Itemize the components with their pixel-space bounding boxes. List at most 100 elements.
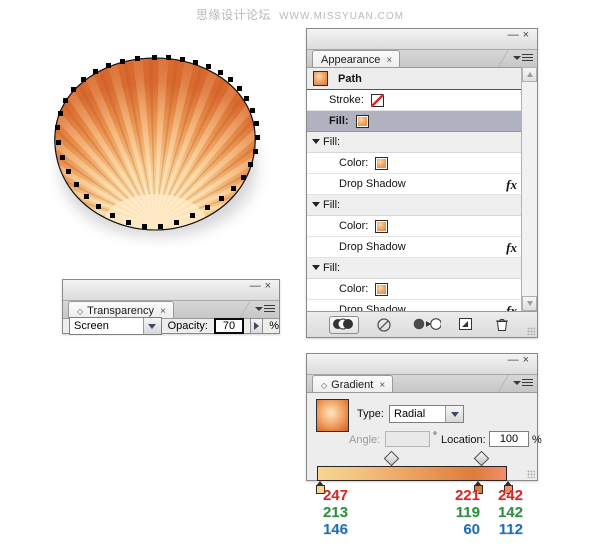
appearance-row-drop-shadow-2[interactable]: Drop Shadow fx — [307, 237, 537, 258]
fill-color-swatch[interactable] — [355, 114, 369, 128]
gradient-type-value: Radial — [394, 408, 426, 420]
reduce-to-basic-appearance-button[interactable] — [413, 317, 442, 333]
blend-mode-select[interactable]: Screen — [69, 317, 162, 335]
angle-input[interactable] — [385, 431, 430, 447]
appearance-row-label: Stroke: — [329, 94, 364, 106]
delete-item-button[interactable] — [495, 317, 515, 333]
minimize-icon[interactable]: — — [508, 29, 523, 41]
new-art-basic-appearance-toggle[interactable] — [329, 315, 359, 334]
panel-menu-triangle-icon — [513, 381, 521, 385]
chevron-down-icon[interactable] — [312, 139, 320, 144]
panel-menu-triangle-icon — [513, 56, 521, 60]
percent-symbol: % — [532, 434, 542, 446]
gradient-panel-menu-icon[interactable] — [513, 377, 533, 391]
tab-close-icon[interactable]: × — [379, 380, 385, 391]
color-swatch[interactable] — [375, 282, 389, 296]
appearance-row-drop-shadow-3[interactable]: Drop Shadow fx — [307, 300, 537, 311]
gradient-preview-thumbnail[interactable] — [316, 399, 349, 432]
appearance-group-fill-2[interactable]: Fill: — [307, 195, 537, 216]
clear-appearance-button[interactable] — [376, 317, 396, 333]
fx-icon[interactable]: fx — [506, 240, 517, 256]
color-swatch[interactable] — [375, 156, 389, 170]
transparency-panel[interactable]: —× ◇ Transparency × Screen Opacity: 70 % — [62, 279, 280, 335]
rgb-green-value: 213 — [322, 504, 348, 521]
appearance-window-buttons[interactable]: —× — [508, 29, 533, 41]
location-input[interactable]: 100 — [489, 431, 529, 447]
chevron-down-icon[interactable] — [312, 202, 320, 207]
chevron-down-icon[interactable] — [445, 406, 463, 422]
opacity-stepper-button[interactable] — [249, 318, 264, 334]
gradient-midpoint-stop[interactable] — [383, 450, 400, 467]
opacity-label: Opacity: — [167, 320, 208, 332]
scroll-up-arrow-icon[interactable] — [522, 67, 537, 82]
close-icon[interactable]: × — [523, 354, 533, 366]
gradient-ramp-fill — [318, 467, 506, 480]
appearance-row-label: Drop Shadow — [339, 178, 406, 190]
fx-icon[interactable]: fx — [506, 303, 517, 311]
appearance-row-color-1[interactable]: Color: — [307, 153, 537, 174]
stop-1-rgb-readout: 247 213 146 — [300, 487, 348, 538]
scroll-down-arrow-icon[interactable] — [522, 296, 537, 311]
location-value: 100 — [499, 433, 519, 445]
rgb-red-value: 221 — [454, 487, 480, 504]
stop-3-rgb-readout: 242 142 112 — [483, 487, 523, 538]
color-swatch[interactable] — [375, 219, 389, 233]
blend-mode-value: Screen — [74, 320, 109, 332]
opacity-input[interactable]: 70 — [213, 318, 244, 334]
chevron-down-icon[interactable] — [312, 265, 320, 270]
gradient-panel[interactable]: —× ◇ Gradient × Type: Radial Angle: ° Lo… — [306, 353, 542, 494]
stop-2-rgb-readout: 221 119 60 — [440, 487, 480, 538]
transparency-titlebar[interactable]: —× — [63, 280, 279, 301]
gradient-midpoint-stop[interactable] — [473, 450, 490, 467]
appearance-row-drop-shadow-1[interactable]: Drop Shadow fx — [307, 174, 537, 195]
resize-grip[interactable] — [527, 470, 535, 478]
tab-close-icon[interactable]: × — [386, 55, 392, 66]
duplicate-item-button[interactable] — [458, 317, 478, 333]
rgb-blue-value: 112 — [498, 521, 523, 538]
minimize-icon[interactable]: — — [508, 354, 523, 366]
resize-grip[interactable] — [527, 327, 535, 335]
appearance-titlebar[interactable]: —× — [307, 29, 537, 50]
appearance-row-fill-selected[interactable]: Fill: — [307, 111, 537, 132]
appearance-panel[interactable]: —× Appearance × Path Stroke: Fill: Fill:… — [306, 28, 538, 338]
gradient-ramp[interactable] — [317, 466, 507, 481]
gradient-type-select[interactable]: Radial — [389, 405, 464, 423]
tab-close-icon[interactable]: × — [160, 306, 166, 317]
seashell-illustration[interactable] — [30, 28, 280, 243]
appearance-footer-toolbar[interactable] — [307, 311, 537, 337]
transparency-window-buttons[interactable]: —× — [250, 280, 275, 292]
appearance-row-color-3[interactable]: Color: — [307, 279, 537, 300]
transparency-body: Screen Opacity: 70 % — [63, 317, 279, 335]
appearance-row-color-2[interactable]: Color: — [307, 216, 537, 237]
tab-gradient-label: Gradient — [331, 379, 374, 391]
tabstrip-slant-divider — [491, 50, 515, 68]
panel-diamond-icon: ◇ — [321, 380, 328, 390]
degree-symbol: ° — [433, 431, 437, 442]
panel-menu-triangle-icon — [255, 307, 263, 311]
minimize-icon[interactable]: — — [250, 280, 265, 292]
appearance-panel-menu-icon[interactable] — [513, 52, 533, 66]
close-icon[interactable]: × — [523, 29, 533, 41]
panel-diamond-icon: ◇ — [77, 306, 84, 316]
fx-icon[interactable]: fx — [506, 177, 517, 193]
artboard[interactable] — [30, 28, 280, 243]
gradient-body: Type: Radial Angle: ° Location: 100 % — [307, 392, 542, 494]
site-watermark: 思缘设计论坛 WWW.MISSYUAN.COM — [0, 6, 600, 23]
close-icon[interactable]: × — [265, 280, 275, 292]
gradient-window-buttons[interactable]: —× — [508, 354, 533, 366]
tab-appearance-label: Appearance — [321, 54, 381, 66]
appearance-list[interactable]: Path Stroke: Fill: Fill: Color: Drop Sha… — [307, 67, 537, 311]
appearance-row-label: Color: — [339, 283, 369, 295]
appearance-group-fill-1[interactable]: Fill: — [307, 132, 537, 153]
rgb-blue-value: 146 — [322, 521, 348, 538]
gradient-titlebar[interactable]: —× — [307, 354, 537, 375]
appearance-group-fill-3[interactable]: Fill: — [307, 258, 537, 279]
appearance-scrollbar[interactable] — [521, 67, 537, 311]
transparency-panel-menu-icon[interactable] — [255, 303, 275, 317]
appearance-row-path[interactable]: Path — [307, 68, 537, 90]
chevron-down-icon[interactable] — [142, 318, 161, 334]
stroke-none-swatch[interactable] — [370, 93, 384, 107]
rgb-green-value: 142 — [497, 504, 523, 521]
seashell-svg — [54, 55, 260, 231]
appearance-row-stroke[interactable]: Stroke: — [307, 90, 537, 111]
